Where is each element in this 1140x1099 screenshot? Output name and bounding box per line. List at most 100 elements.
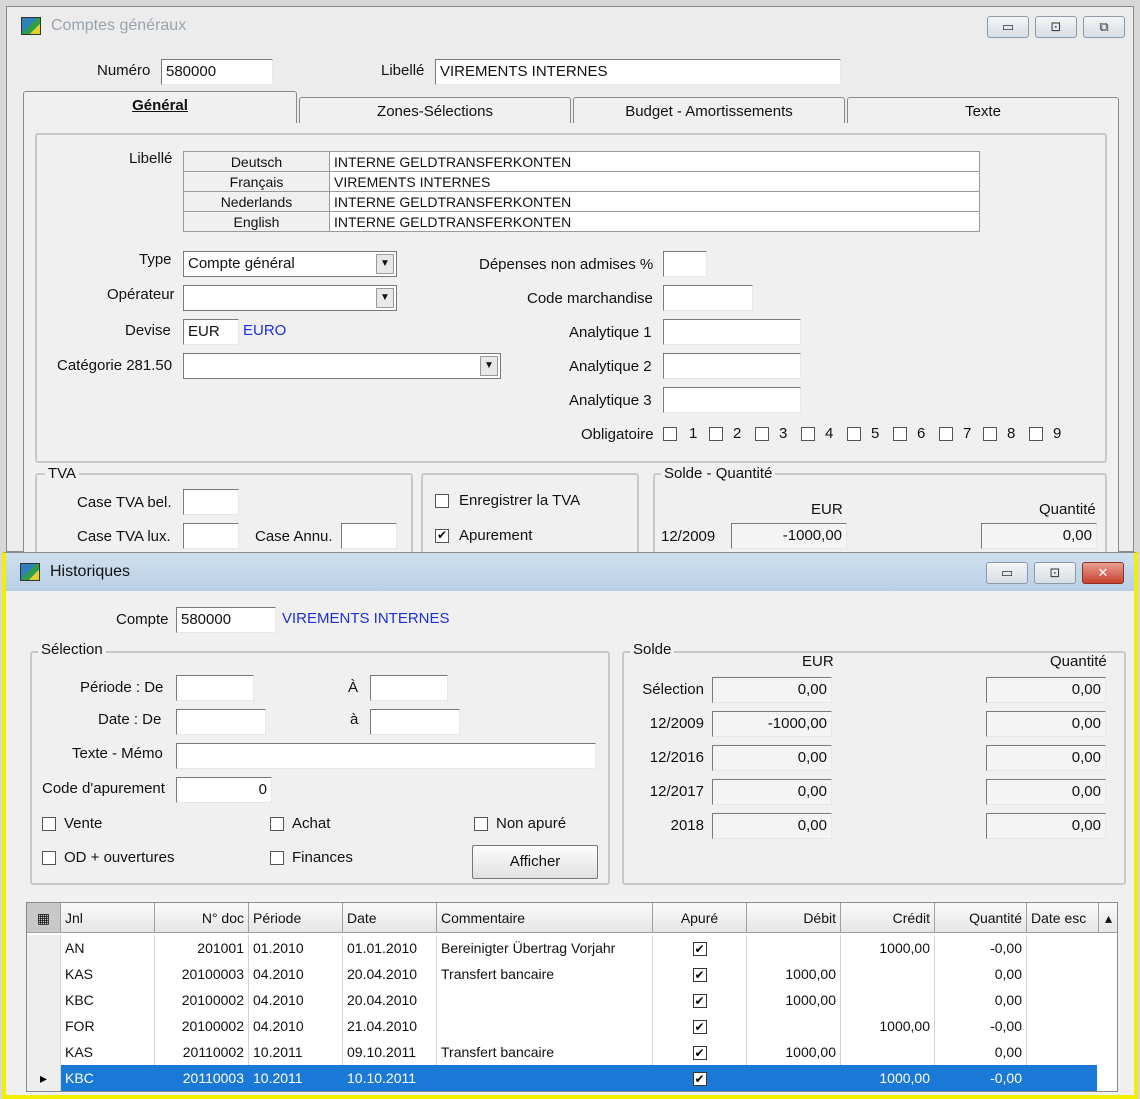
title-bar[interactable]: Comptes généraux ▭ ⊡ ⧉	[7, 7, 1133, 45]
od-ouvertures-checkbox[interactable]	[42, 851, 56, 865]
non-apure-checkbox[interactable]	[474, 817, 488, 831]
enregistrer-tva-checkbox[interactable]	[435, 494, 449, 508]
case-tva-lux-field[interactable]	[183, 523, 239, 549]
obligatoire-checkbox-9[interactable]	[1029, 427, 1043, 441]
restore-icon[interactable]: ⧉	[1083, 16, 1125, 38]
tva-group-title: TVA	[45, 465, 80, 482]
periode-de-field[interactable]	[176, 675, 254, 701]
language-value-field[interactable]: INTERNE GELDTRANSFERKONTEN	[329, 211, 980, 232]
table-row[interactable]: KAS 20110002 10.2011 09.10.2011 Transfer…	[27, 1039, 1117, 1065]
cell-apure[interactable]: ✔	[653, 935, 747, 961]
check-icon[interactable]: ✔	[692, 1072, 707, 1087]
type-select[interactable]: Compte général ▼	[183, 251, 397, 277]
code-marchandise-field[interactable]	[663, 285, 753, 311]
devise-name: EURO	[243, 322, 287, 339]
cell-apure[interactable]: ✔	[653, 987, 747, 1013]
chevron-down-icon[interactable]: ▼	[376, 288, 394, 308]
row-selector[interactable]	[27, 1013, 61, 1039]
obligatoire-checkbox-8[interactable]	[983, 427, 997, 441]
obligatoire-checkbox-5[interactable]	[847, 427, 861, 441]
texte-memo-field[interactable]	[176, 743, 596, 769]
maximize-icon[interactable]: ⊡	[1035, 16, 1077, 38]
check-icon[interactable]: ✔	[692, 1020, 707, 1035]
check-icon[interactable]: ✔	[692, 968, 707, 983]
check-icon[interactable]: ✔	[692, 1046, 707, 1061]
vente-checkbox[interactable]	[42, 817, 56, 831]
check-icon[interactable]: ✔	[692, 994, 707, 1009]
apurement-checkbox[interactable]: ✔	[435, 529, 449, 543]
col-header-commentaire[interactable]: Commentaire	[437, 903, 653, 933]
obligatoire-checkbox-1[interactable]	[663, 427, 677, 441]
row-selector[interactable]	[27, 961, 61, 987]
col-header-quantite[interactable]: Quantité	[935, 903, 1027, 933]
finances-checkbox[interactable]	[270, 851, 284, 865]
col-header-periode[interactable]: Période	[249, 903, 343, 933]
case-annu-field[interactable]	[341, 523, 397, 549]
cell-apure[interactable]: ✔	[653, 961, 747, 987]
obligatoire-checkbox-2[interactable]	[709, 427, 723, 441]
numero-field[interactable]: 580000	[161, 59, 273, 85]
devise-field[interactable]: EUR	[183, 319, 239, 345]
language-value-field[interactable]: INTERNE GELDTRANSFERKONTEN	[329, 151, 980, 172]
solde-eur-field: 0,00	[712, 779, 832, 805]
cell-apure[interactable]: ✔	[653, 1065, 747, 1091]
close-icon[interactable]: ✕	[1082, 562, 1124, 584]
solde-eur-field: 0,00	[712, 677, 832, 703]
col-header-debit[interactable]: Débit	[747, 903, 841, 933]
row-selector[interactable]	[27, 987, 61, 1013]
col-header-date-esc[interactable]: Date esc	[1027, 903, 1099, 933]
cell-apure[interactable]: ✔	[653, 1039, 747, 1065]
case-tva-bel-field[interactable]	[183, 489, 239, 515]
table-row[interactable]: KBC 20100002 04.2010 20.04.2010 ✔ 1000,0…	[27, 987, 1117, 1013]
row-selector[interactable]	[27, 1039, 61, 1065]
solde-eur-field: -1000,00	[731, 523, 847, 549]
row-selector[interactable]	[27, 935, 61, 961]
col-header-apure[interactable]: Apuré	[653, 903, 747, 933]
achat-checkbox[interactable]	[270, 817, 284, 831]
operateur-select[interactable]: ▼	[183, 285, 397, 311]
table-row-selected[interactable]: ▸ KBC 20110003 10.2011 10.10.2011 ✔ 1000…	[27, 1065, 1117, 1091]
title-bar[interactable]: Historiques ▭ ⊡ ✕	[6, 553, 1134, 591]
tab-general[interactable]: Général	[23, 91, 297, 124]
maximize-icon[interactable]: ⊡	[1034, 562, 1076, 584]
date-a-field[interactable]	[370, 709, 460, 735]
grid-corner-icon[interactable]: ▦	[27, 903, 61, 933]
compte-field[interactable]: 580000	[176, 607, 276, 633]
col-header-credit[interactable]: Crédit	[841, 903, 935, 933]
periode-a-field[interactable]	[370, 675, 448, 701]
check-icon[interactable]: ✔	[692, 942, 707, 957]
obligatoire-checkbox-7[interactable]	[939, 427, 953, 441]
texte-memo-label: Texte - Mémo	[72, 745, 163, 762]
minimize-icon[interactable]: ▭	[986, 562, 1028, 584]
col-header-date[interactable]: Date	[343, 903, 437, 933]
categorie-select[interactable]: ▼	[183, 353, 501, 379]
table-row[interactable]: AN 201001 01.2010 01.01.2010 Bereinigter…	[27, 935, 1117, 961]
libelle-field[interactable]: VIREMENTS INTERNES	[435, 59, 841, 85]
analytique1-field[interactable]	[663, 319, 801, 345]
obligatoire-checkbox-4[interactable]	[801, 427, 815, 441]
cell-date-esc	[1027, 1065, 1097, 1091]
analytique3-field[interactable]	[663, 387, 801, 413]
chevron-down-icon[interactable]: ▼	[480, 356, 498, 376]
analytique2-field[interactable]	[663, 353, 801, 379]
cell-apure[interactable]: ✔	[653, 1013, 747, 1039]
chevron-down-icon[interactable]: ▼	[376, 254, 394, 274]
table-row[interactable]: KAS 20100003 04.2010 20.04.2010 Transfer…	[27, 961, 1117, 987]
obligatoire-label-1: 1	[689, 425, 698, 442]
col-header-doc[interactable]: N° doc	[155, 903, 249, 933]
row-selector-marker[interactable]: ▸	[27, 1065, 61, 1091]
scroll-up-icon[interactable]: ▴	[1099, 903, 1117, 933]
language-value-field[interactable]: VIREMENTS INTERNES	[329, 171, 980, 192]
code-apurement-field[interactable]: 0	[176, 777, 272, 803]
obligatoire-checkbox-6[interactable]	[893, 427, 907, 441]
minimize-icon[interactable]: ▭	[987, 16, 1029, 38]
date-de-field[interactable]	[176, 709, 266, 735]
depenses-field[interactable]	[663, 251, 707, 277]
col-header-jnl[interactable]: Jnl	[61, 903, 155, 933]
obligatoire-checkbox-3[interactable]	[755, 427, 769, 441]
table-row[interactable]: FOR 20100002 04.2010 21.04.2010 ✔ 1000,0…	[27, 1013, 1117, 1039]
afficher-button[interactable]: Afficher	[472, 845, 598, 879]
apurement-label: Apurement	[459, 527, 533, 544]
language-value-field[interactable]: INTERNE GELDTRANSFERKONTEN	[329, 191, 980, 212]
window-title: Comptes généraux	[51, 17, 187, 34]
